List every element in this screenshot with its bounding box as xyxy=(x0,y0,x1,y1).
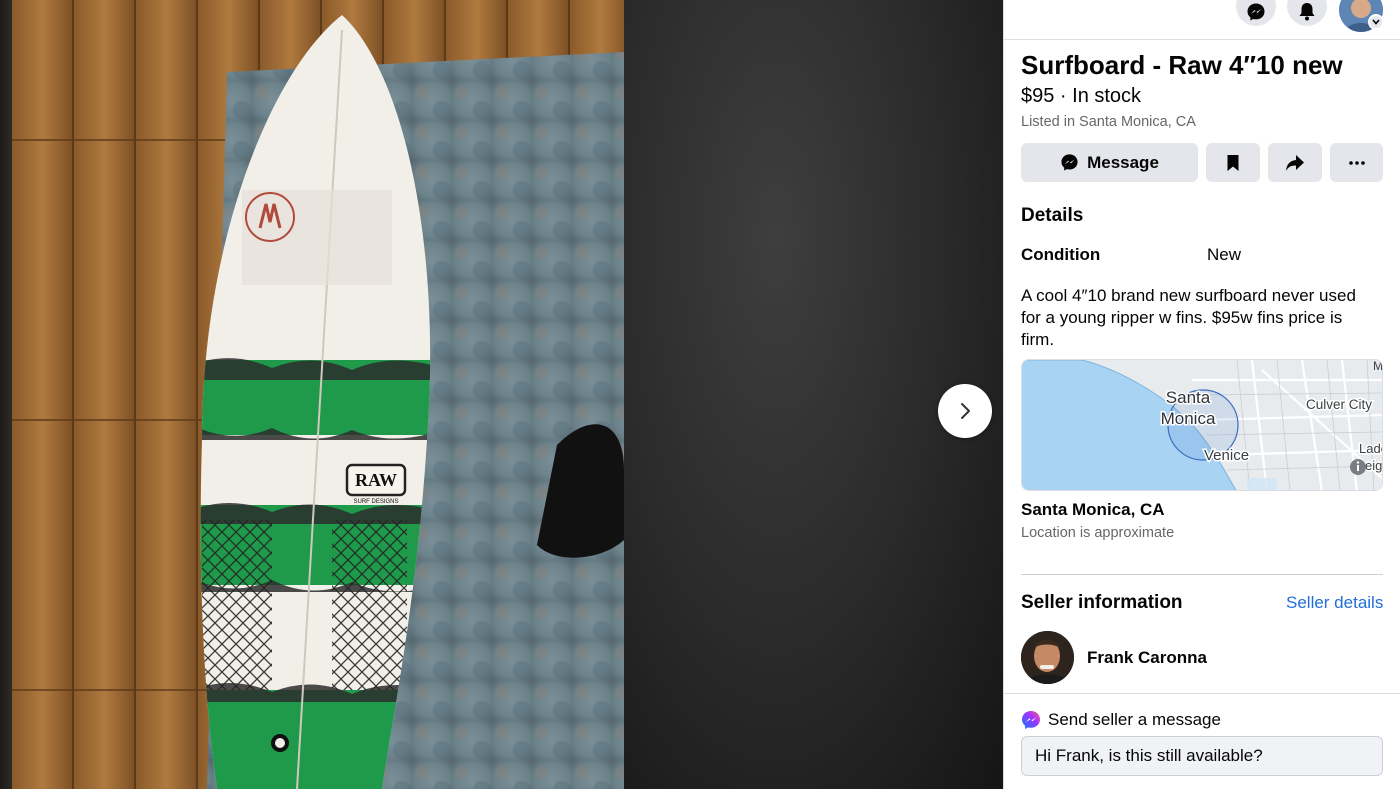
seller-details-link[interactable]: Seller details xyxy=(1286,593,1383,613)
details-heading: Details xyxy=(1021,205,1084,226)
messenger-icon xyxy=(1247,3,1265,21)
board-logo-text: RAW xyxy=(355,470,397,490)
listing-price-status: $95 · In stock xyxy=(1021,85,1142,107)
bell-icon xyxy=(1299,3,1315,21)
bookmark-icon xyxy=(1227,154,1239,171)
listing-description: A cool 4″10 brand new surfboard never us… xyxy=(1021,286,1356,349)
next-photo-button[interactable] xyxy=(938,384,992,438)
message-input[interactable] xyxy=(1021,736,1383,776)
more-icon xyxy=(1348,160,1365,165)
map-label-culver-city: Culver City xyxy=(1306,397,1372,412)
seller-avatar[interactable] xyxy=(1021,631,1074,684)
board-logo-subtext: SURF DESIGNS xyxy=(353,499,398,505)
seller-name[interactable]: Frank Caronna xyxy=(1087,648,1207,668)
seller-info-heading: Seller information xyxy=(1021,592,1183,613)
messenger-button[interactable] xyxy=(1236,0,1276,26)
location-note: Location is approximate xyxy=(1021,525,1175,541)
share-button[interactable] xyxy=(1268,143,1322,182)
messenger-icon xyxy=(1061,154,1078,171)
listing-photo: RAW SURF DESIGNS xyxy=(12,0,624,789)
location-map[interactable]: Santa Monica Culver City Venice Lade eig… xyxy=(1021,359,1383,491)
seller-photo xyxy=(1021,631,1074,684)
more-options-button[interactable] xyxy=(1330,143,1383,182)
map-label-santa: Santa xyxy=(1166,388,1211,407)
share-icon xyxy=(1286,154,1304,171)
map-label-lade: Lade xyxy=(1359,441,1383,456)
message-button-label: Message xyxy=(1087,152,1159,172)
chevron-down-icon xyxy=(1372,19,1380,25)
viewer-edge xyxy=(0,0,12,789)
notifications-button[interactable] xyxy=(1287,0,1327,26)
listing-header: Surfboard - Raw 4″10 new $95 · In stock … xyxy=(1021,48,1384,131)
send-message-box: Send seller a message xyxy=(1004,693,1400,789)
condition-label: Condition xyxy=(1021,245,1101,264)
listing-location: Listed in Santa Monica, CA xyxy=(1021,114,1196,130)
chevron-right-icon xyxy=(961,403,970,419)
account-menu-toggle[interactable] xyxy=(1368,14,1384,30)
listing-panel: Surfboard - Raw 4″10 new $95 · In stock … xyxy=(1003,0,1400,789)
map-label-venice: Venice xyxy=(1204,447,1249,464)
listing-title: Surfboard - Raw 4″10 new xyxy=(1021,50,1343,80)
section-divider xyxy=(1021,574,1383,575)
map-label-m: M xyxy=(1373,360,1383,373)
photo-viewer: RAW SURF DESIGNS xyxy=(0,0,1003,789)
map-label-eigh: eigh xyxy=(1365,458,1383,473)
save-button[interactable] xyxy=(1206,143,1260,182)
map-info-icon[interactable] xyxy=(1350,459,1366,475)
location-name: Santa Monica, CA xyxy=(1021,500,1165,519)
top-bar xyxy=(1004,0,1400,40)
condition-value: New xyxy=(1207,245,1242,264)
map-label-monica: Monica xyxy=(1161,409,1216,428)
message-button[interactable]: Message xyxy=(1021,143,1198,182)
send-message-label: Send seller a message xyxy=(1048,710,1221,729)
action-bar: Message xyxy=(1021,143,1384,183)
messenger-icon xyxy=(1022,711,1040,729)
